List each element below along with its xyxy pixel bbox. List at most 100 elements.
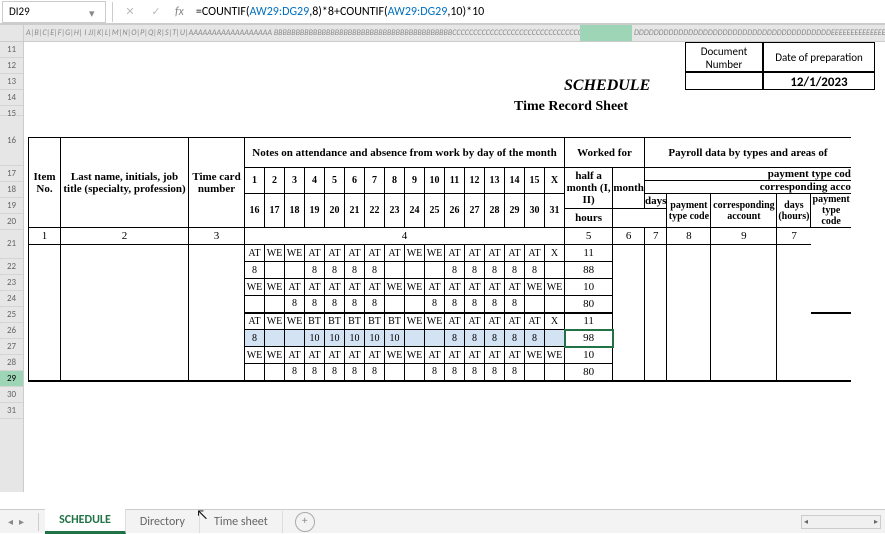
row-header[interactable]: 20 <box>0 214 23 230</box>
table-row[interactable]: ATWEWEATATATATATWEWEATATATATATX 11 <box>29 245 851 262</box>
cell[interactable]: WE <box>385 347 405 364</box>
cell[interactable]: AT <box>525 245 545 262</box>
cell[interactable]: WE <box>265 245 285 262</box>
cell[interactable]: AT <box>385 245 405 262</box>
prep-date-value[interactable]: 12/1/2023 <box>763 72 875 90</box>
cell[interactable]: 10 <box>385 330 405 347</box>
cell[interactable]: WE <box>425 245 445 262</box>
scroll-left-icon[interactable]: ◂ <box>802 517 810 527</box>
cell[interactable] <box>385 296 405 313</box>
cell[interactable]: 8 <box>365 296 385 313</box>
row-header[interactable]: 13 <box>0 74 23 90</box>
worked-cell[interactable]: 10 <box>565 347 613 364</box>
cell[interactable]: AT <box>445 313 465 330</box>
add-sheet-icon[interactable]: + <box>295 512 315 532</box>
cell[interactable]: 8 <box>485 330 505 347</box>
cell[interactable]: AT <box>285 279 305 296</box>
tab-nav[interactable]: ◂ ▸ <box>0 515 32 528</box>
cell[interactable]: WE <box>425 313 445 330</box>
tab-schedule[interactable]: SCHEDULE <box>45 509 126 534</box>
cell[interactable]: 8 <box>485 296 505 313</box>
cell[interactable] <box>405 296 425 313</box>
cell[interactable]: 8 <box>465 364 485 381</box>
cell[interactable]: 8 <box>445 262 465 279</box>
scroll-right-icon[interactable]: ▸ <box>872 517 880 527</box>
cell[interactable] <box>265 330 285 347</box>
cell[interactable]: 8 <box>245 262 265 279</box>
row-header[interactable]: 24 <box>0 291 23 307</box>
row-header[interactable]: 30 <box>0 387 23 403</box>
cell[interactable]: BT <box>305 313 325 330</box>
worked-cell[interactable]: 80 <box>565 364 613 381</box>
cell[interactable] <box>425 262 445 279</box>
cell[interactable]: AT <box>245 313 265 330</box>
fx-icon[interactable]: fx <box>175 5 184 19</box>
cell[interactable]: WE <box>525 347 545 364</box>
cell[interactable]: 8 <box>305 262 325 279</box>
tab-directory[interactable]: Directory <box>126 511 200 533</box>
cell[interactable]: 8 <box>485 262 505 279</box>
tab-nav-first-icon[interactable]: ◂ <box>8 515 13 528</box>
cell[interactable]: 8 <box>285 364 305 381</box>
cell[interactable]: WE <box>265 279 285 296</box>
cell[interactable]: BT <box>385 313 405 330</box>
name-box[interactable]: DI29 ▾ <box>2 1 106 23</box>
cell[interactable]: AT <box>505 313 525 330</box>
cell[interactable]: WE <box>265 313 285 330</box>
cell[interactable]: WE <box>545 279 565 296</box>
tab-timesheet[interactable]: Time sheet <box>200 511 283 533</box>
cell[interactable]: 8 <box>465 262 485 279</box>
cell[interactable]: AT <box>325 245 345 262</box>
cell[interactable]: 8 <box>285 296 305 313</box>
cell[interactable]: AT <box>465 279 485 296</box>
cell[interactable]: 8 <box>245 330 265 347</box>
cell[interactable]: AT <box>465 347 485 364</box>
cell[interactable]: WE <box>245 279 265 296</box>
row-header[interactable]: 18 <box>0 182 23 198</box>
cell[interactable]: AT <box>245 245 265 262</box>
cell[interactable]: WE <box>285 313 305 330</box>
active-cell[interactable]: 98 <box>565 330 613 347</box>
cell[interactable]: AT <box>445 279 465 296</box>
row-header[interactable]: 11 <box>0 42 23 58</box>
cell[interactable] <box>285 262 305 279</box>
cell[interactable]: 8 <box>325 296 345 313</box>
cell[interactable]: 8 <box>365 262 385 279</box>
cell[interactable]: 8 <box>365 364 385 381</box>
cell[interactable]: 8 <box>505 262 525 279</box>
worked-cell[interactable]: 10 <box>565 279 613 296</box>
cell[interactable]: 8 <box>425 296 445 313</box>
cell[interactable]: 8 <box>445 364 465 381</box>
row-header[interactable]: 21 <box>0 230 23 259</box>
cell[interactable] <box>265 262 285 279</box>
cell[interactable]: AT <box>305 279 325 296</box>
row-header-active[interactable]: 29 <box>0 371 23 387</box>
cell[interactable]: WE <box>405 279 425 296</box>
cell[interactable]: 8 <box>465 330 485 347</box>
cell[interactable]: AT <box>465 245 485 262</box>
cell[interactable] <box>425 330 445 347</box>
cell[interactable]: 8 <box>325 262 345 279</box>
cell[interactable]: WE <box>385 279 405 296</box>
cell[interactable]: AT <box>365 279 385 296</box>
cell[interactable] <box>405 364 425 381</box>
row-header[interactable]: 12 <box>0 58 23 74</box>
row-headers[interactable]: 11 12 13 14 15 16 17 18 19 20 21 22 23 2… <box>0 42 24 492</box>
cell[interactable]: WE <box>405 347 425 364</box>
cell[interactable]: AT <box>505 245 525 262</box>
cell[interactable]: 8 <box>445 296 465 313</box>
cell[interactable] <box>265 364 285 381</box>
sheet-content[interactable]: Document Number Date of preparation 12/1… <box>24 42 885 492</box>
cell[interactable]: AT <box>285 347 305 364</box>
cell[interactable]: X <box>545 313 565 330</box>
cell[interactable] <box>245 364 265 381</box>
cell[interactable]: AT <box>345 347 365 364</box>
cell[interactable]: WE <box>285 245 305 262</box>
cell[interactable]: AT <box>425 347 445 364</box>
cell[interactable]: BT <box>325 313 345 330</box>
row-header[interactable]: 23 <box>0 275 23 291</box>
cell[interactable]: AT <box>345 245 365 262</box>
cell[interactable]: 8 <box>305 296 325 313</box>
cell[interactable]: AT <box>305 347 325 364</box>
cell[interactable]: WE <box>545 347 565 364</box>
